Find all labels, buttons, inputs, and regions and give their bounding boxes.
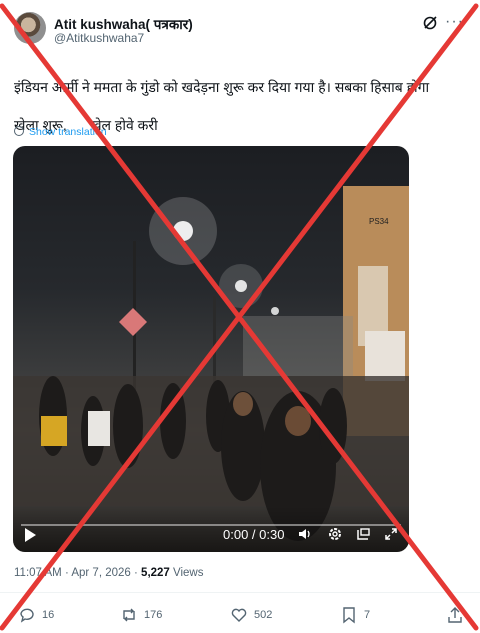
like-button[interactable]: 502: [230, 605, 272, 625]
video-time: 0:00 / 0:30: [223, 527, 285, 542]
video-frame: PS34: [13, 186, 409, 541]
reply-button[interactable]: 16: [18, 605, 54, 625]
fullscreen-icon[interactable]: [383, 526, 399, 542]
building-sign: PS34: [369, 217, 389, 226]
show-translation-link[interactable]: Show translation: [14, 126, 107, 138]
volume-icon[interactable]: [297, 526, 313, 542]
video-player[interactable]: PS34 0:00 / 0:30: [13, 146, 409, 552]
video-controls: 0:00 / 0:30: [13, 506, 409, 552]
action-bar: 16 176 502 7: [0, 605, 480, 627]
like-count: 502: [254, 609, 273, 621]
reply-icon: [20, 608, 34, 623]
reply-count: 16: [42, 609, 55, 621]
tweet-meta: 11:07 AM · Apr 7, 2026 · 5,227 Views: [14, 567, 204, 579]
views-count: 5,227: [141, 567, 170, 579]
grok-icon[interactable]: [422, 15, 438, 31]
author-handle[interactable]: @Atitkushwaha7: [54, 31, 144, 45]
heart-icon: [231, 608, 247, 622]
pip-icon[interactable]: [355, 526, 371, 542]
bookmark-button[interactable]: 7: [340, 605, 370, 625]
repost-count: 176: [144, 609, 163, 621]
bookmark-icon: [343, 607, 355, 624]
avatar[interactable]: [14, 12, 46, 44]
play-icon[interactable]: [25, 528, 36, 542]
views-label: Views: [169, 567, 204, 579]
video-progress-bar[interactable]: [21, 524, 401, 526]
translate-icon: [14, 126, 24, 136]
meta-separator: ·: [61, 567, 72, 579]
divider: [0, 592, 480, 593]
tweet-header: Atit kushwaha( पत्रकार) @Atitkushwaha7 ·…: [14, 12, 466, 48]
bookmark-count: 7: [364, 609, 371, 621]
meta-separator: ·: [130, 567, 142, 579]
share-button[interactable]: [446, 605, 470, 625]
repost-icon: [123, 608, 135, 622]
repost-button[interactable]: 176: [120, 605, 162, 625]
show-translation-label: Show translation: [29, 126, 107, 138]
more-icon[interactable]: ···: [445, 14, 464, 30]
share-icon: [448, 607, 462, 623]
tweet-time[interactable]: 11:07 AM: [14, 567, 62, 579]
settings-icon[interactable]: [327, 526, 343, 542]
tweet-date[interactable]: Apr 7, 2026: [71, 567, 130, 579]
tweet-line-1: इंडियन आर्मी ने ममता के गुंडो को खदेड़ना…: [14, 79, 430, 95]
